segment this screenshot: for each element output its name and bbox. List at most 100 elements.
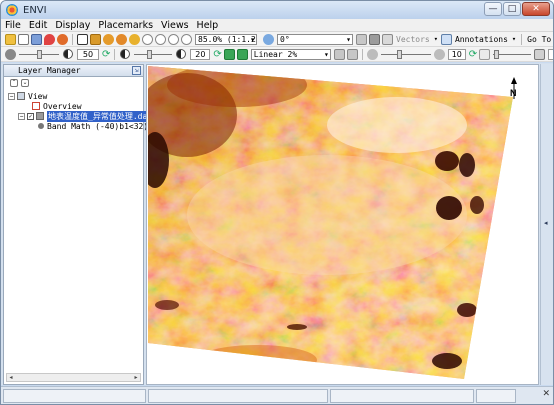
menu-file[interactable]: File xyxy=(1,19,25,32)
sharpen-value[interactable]: 10 xyxy=(447,48,466,60)
pin-icon[interactable]: ⇲ xyxy=(132,66,141,75)
tree-file-collapse-icon[interactable]: − xyxy=(18,112,25,120)
transparency-max-icon xyxy=(534,48,546,60)
brightness-max-icon xyxy=(63,49,73,59)
goto-field[interactable]: Go To xyxy=(527,35,551,44)
contrast-slider[interactable] xyxy=(134,49,173,60)
tree-collapse-icon[interactable]: − xyxy=(8,92,15,100)
rotate-icon[interactable] xyxy=(116,33,127,45)
menu-edit[interactable]: Edit xyxy=(25,19,51,32)
tree-view-label: View xyxy=(28,91,48,101)
brightness-icon xyxy=(5,48,16,60)
brightness-slider[interactable] xyxy=(19,49,59,60)
minimize-button[interactable]: — xyxy=(484,2,502,16)
brightness-value[interactable]: 50 xyxy=(77,48,99,60)
envi-logo-icon xyxy=(6,4,18,16)
north-arrow-label: N xyxy=(510,88,517,98)
contrast-value[interactable]: 20 xyxy=(190,48,211,60)
transparency-value[interactable]: 0 xyxy=(548,48,553,60)
tree-overview-node[interactable]: Overview xyxy=(32,101,82,111)
collapse-all-icon[interactable]: ⌃ xyxy=(10,78,18,87)
annotations-dropdown[interactable]: Annotations xyxy=(455,35,508,44)
tree-file-label: 地表温度值_异常值处理.dat xyxy=(47,110,154,122)
menu-bar: File Edit Display Placemarks Views Help xyxy=(1,19,553,32)
menu-display[interactable]: Display xyxy=(51,19,94,32)
sharpen-tool-icon[interactable] xyxy=(333,48,345,60)
tree-overview-label: Overview xyxy=(43,101,82,111)
tree-view-node[interactable]: − View xyxy=(8,91,47,101)
vectors-chevron-icon[interactable]: ▾ xyxy=(434,35,438,43)
tree-band-label: Band Math (-40)b1<32) xyxy=(47,121,149,131)
scroll-left-icon[interactable]: ◂ xyxy=(7,374,15,381)
contrast-reset-icon[interactable]: ⟳ xyxy=(213,49,221,60)
lst-image xyxy=(148,66,513,379)
crosshair-icon[interactable] xyxy=(129,33,140,45)
rotation-combo[interactable]: 0° xyxy=(277,33,353,45)
filter-icon[interactable] xyxy=(346,48,358,60)
transparency-icon xyxy=(479,48,491,60)
sharpen-max-icon xyxy=(433,48,445,60)
status-cell-4 xyxy=(476,389,516,403)
vector-tool-icon[interactable] xyxy=(382,33,393,45)
menu-placemarks[interactable]: Placemarks xyxy=(94,19,157,32)
fly-icon[interactable] xyxy=(103,33,114,45)
zoom-fixed-icon[interactable] xyxy=(168,33,179,45)
data-manager-icon[interactable] xyxy=(18,33,29,45)
layer-panel-scrollbar[interactable]: ◂ ▸ xyxy=(6,373,141,382)
maximize-button[interactable]: □ xyxy=(503,2,521,16)
tree-file-node[interactable]: − ✓ 地表温度值_异常值处理.dat xyxy=(18,110,154,122)
layer-icon[interactable] xyxy=(31,33,42,45)
zoom-combo[interactable]: 85.0% (1:1.2) xyxy=(195,33,257,45)
zoom-full-icon[interactable] xyxy=(181,33,192,45)
right-collapse-gutter: ◂ xyxy=(540,64,553,385)
scroll-right-icon[interactable]: ▸ xyxy=(132,374,140,381)
window-title: ENVI xyxy=(23,4,47,16)
sharpen-slider[interactable] xyxy=(380,49,431,60)
select-arrow-icon[interactable] xyxy=(77,33,88,45)
contrast-icon xyxy=(120,49,131,59)
expand-panel-icon[interactable]: ◂ xyxy=(544,219,548,227)
stretch-icon[interactable] xyxy=(236,48,248,60)
layer-visibility-checkbox[interactable]: ✓ xyxy=(27,112,34,120)
pushpin-icon[interactable] xyxy=(44,33,55,45)
layer-tree: − View Overview − ✓ 地表温度值_异常值处理.dat Band… xyxy=(4,88,154,368)
open-folder-icon[interactable] xyxy=(5,33,16,45)
close-button[interactable]: ✕ xyxy=(522,2,550,16)
band-icon xyxy=(38,123,44,129)
image-view[interactable]: N xyxy=(146,64,539,385)
stretch-combo[interactable]: Linear 2% xyxy=(250,48,331,60)
histogram-icon[interactable] xyxy=(223,48,235,60)
envi-window: ENVI — □ ✕ File Edit Display Placemarks … xyxy=(0,0,554,405)
zoom-in-icon[interactable] xyxy=(142,33,153,45)
rotate-view-icon[interactable] xyxy=(263,33,274,45)
cursor-value-icon[interactable] xyxy=(57,33,68,45)
annotations-chevron-icon[interactable]: ▾ xyxy=(512,35,516,43)
expand-all-icon[interactable]: ⌄ xyxy=(21,78,29,87)
pan-hand-icon[interactable] xyxy=(90,33,101,45)
sharpen-reset-icon[interactable]: ⟳ xyxy=(469,49,477,60)
main-toolbar: 85.0% (1:1.2) 0° Vectors ▾ Annotations ▾… xyxy=(1,32,553,47)
contrast-max-icon xyxy=(176,49,187,59)
menu-help[interactable]: Help xyxy=(193,19,223,32)
overview-icon xyxy=(32,102,40,110)
layer-manager-panel: Layer Manager ⇲ ⌃ ⌄ − View Overview − ✓ … xyxy=(3,64,154,385)
raster-display[interactable]: N xyxy=(147,65,539,385)
title-bar: ENVI — □ ✕ xyxy=(1,1,553,19)
sharpen-min-icon xyxy=(366,48,378,60)
view-icon xyxy=(17,92,25,100)
raster-layer-icon xyxy=(36,112,44,120)
north-arrow: N xyxy=(510,77,517,99)
status-bar: ✕ xyxy=(1,386,553,404)
layer-manager-title: Layer Manager xyxy=(18,66,81,75)
status-cell-3 xyxy=(330,389,474,403)
brightness-reset-icon[interactable]: ⟳ xyxy=(102,49,110,60)
menu-views[interactable]: Views xyxy=(157,19,193,32)
status-close-icon[interactable]: ✕ xyxy=(542,389,550,399)
transparency-slider[interactable] xyxy=(493,49,532,60)
table-icon[interactable] xyxy=(356,33,367,45)
vectors-dropdown[interactable]: Vectors xyxy=(396,35,430,44)
zoom-out-icon[interactable] xyxy=(155,33,166,45)
annotation-icon[interactable] xyxy=(440,33,452,45)
grid-icon[interactable] xyxy=(369,33,380,45)
tree-band-node[interactable]: Band Math (-40)b1<32) xyxy=(38,121,148,131)
